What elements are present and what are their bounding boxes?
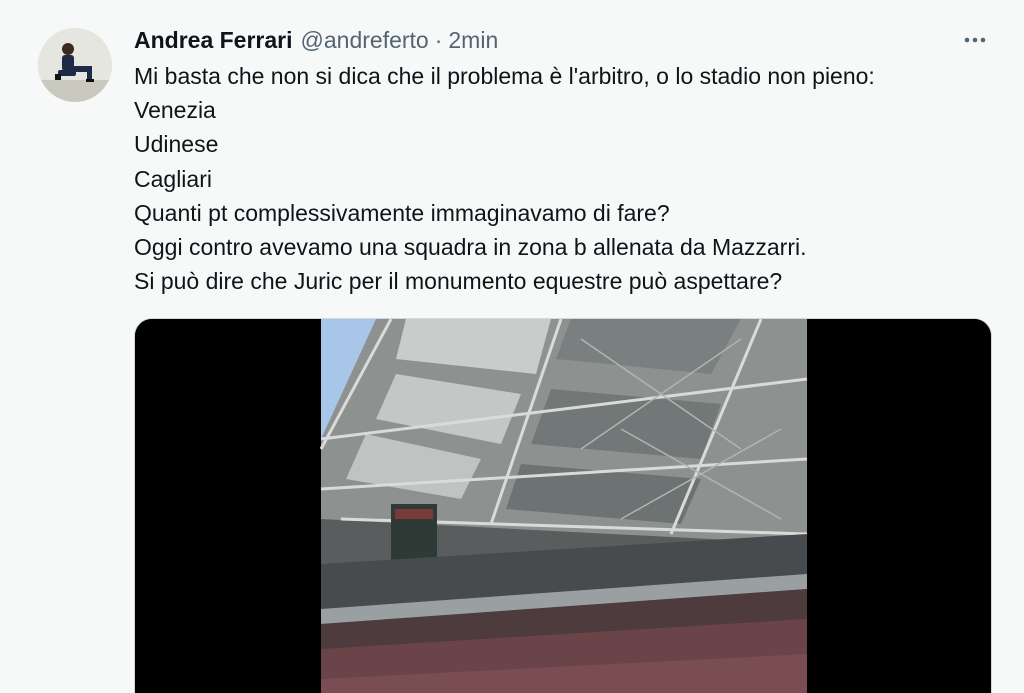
- tweet-text-line: Cagliari: [134, 165, 212, 192]
- tweet-text-line: Udinese: [134, 131, 219, 158]
- tweet[interactable]: Andrea Ferrari @andreferto · 2min Mi bas…: [0, 0, 1024, 693]
- more-horizontal-icon: [964, 37, 986, 43]
- tweet-text-line: Quanti pt complessivamente immaginavamo …: [134, 199, 670, 226]
- video-frame-stadium: [135, 319, 991, 693]
- more-options-button[interactable]: [960, 26, 990, 54]
- tweet-text-line: Venezia: [134, 97, 216, 124]
- tweet-video[interactable]: [134, 318, 992, 693]
- tweet-text-line: Oggi contro avevamo una squadra in zona …: [134, 234, 807, 261]
- tweet-header: Andrea Ferrari @andreferto · 2min: [134, 25, 498, 55]
- tweet-text-line: Mi basta che non si dica che il problema…: [134, 63, 875, 89]
- tweet-text: Mi basta che non si dica che il problema…: [134, 59, 994, 298]
- author-name[interactable]: Andrea Ferrari: [134, 27, 293, 54]
- author-handle[interactable]: @andreferto: [301, 27, 429, 54]
- avatar-photo: [38, 28, 112, 102]
- tweet-text-line: Si può dire che Juric per il monumento e…: [134, 268, 783, 295]
- author-avatar[interactable]: [38, 28, 112, 102]
- tweet-timestamp[interactable]: 2min: [448, 27, 498, 54]
- header-separator: ·: [434, 26, 443, 53]
